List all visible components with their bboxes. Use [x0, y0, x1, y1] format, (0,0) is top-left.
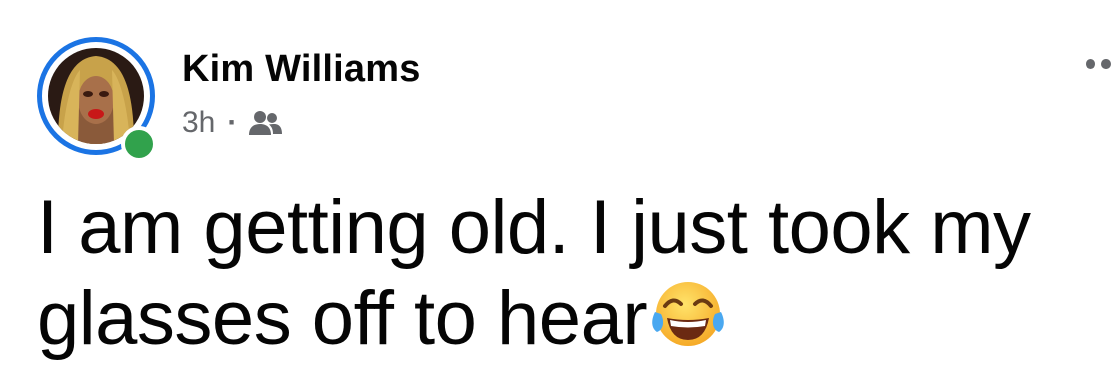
post-meta: 3h · — [182, 106, 283, 140]
author-name[interactable]: Kim Williams — [182, 48, 421, 91]
online-status-dot — [121, 126, 157, 162]
post-time[interactable]: 3h — [182, 106, 215, 140]
post-text-line-2: glasses off to hear — [37, 273, 1116, 364]
friends-icon[interactable] — [247, 109, 283, 137]
more-options-button[interactable] — [1086, 52, 1116, 76]
more-dot — [1086, 59, 1096, 69]
post-card: Kim Williams 3h · I am getting old. I ju… — [0, 0, 1116, 378]
more-dot — [1101, 59, 1111, 69]
meta-separator: · — [227, 106, 238, 139]
author-avatar[interactable] — [37, 37, 157, 162]
post-text: I am getting old. I just took my glasses… — [37, 182, 1116, 364]
face-with-tears-of-joy-icon — [652, 282, 724, 346]
post-text-line-2-text: glasses off to hear — [37, 276, 648, 361]
post-text-line-1: I am getting old. I just took my — [37, 185, 1031, 270]
